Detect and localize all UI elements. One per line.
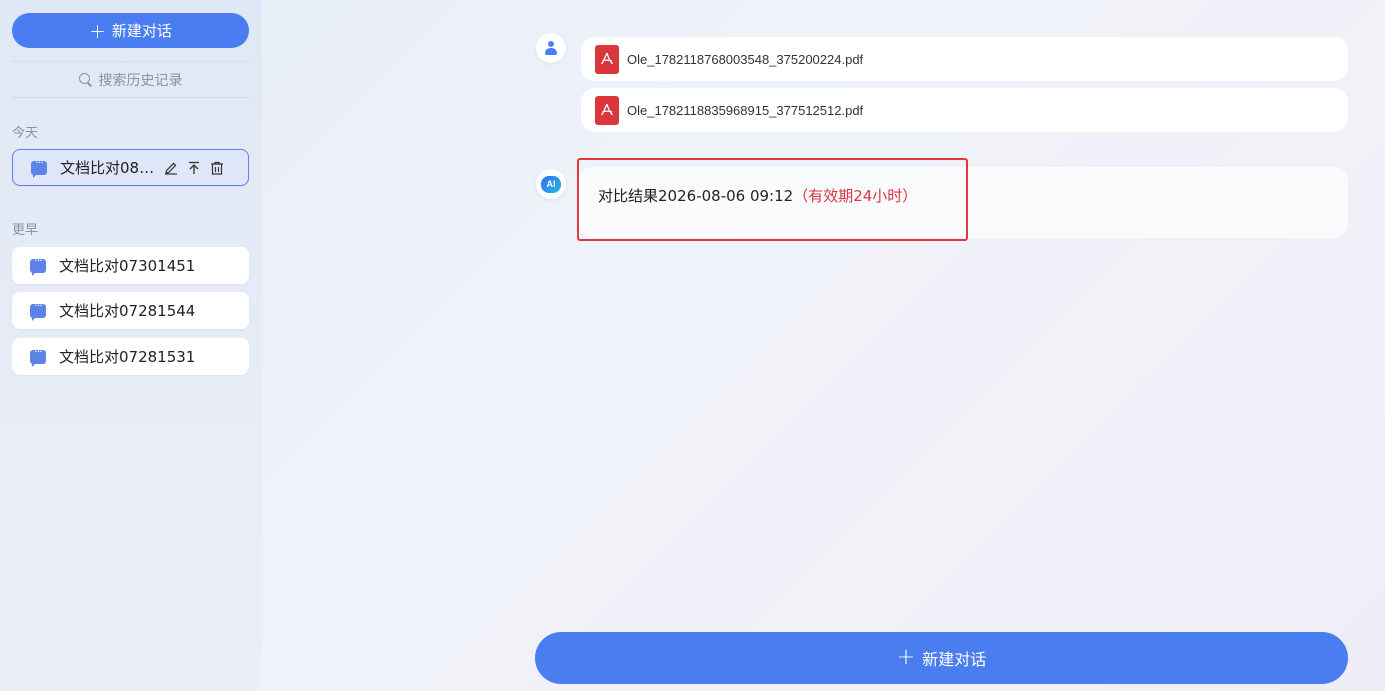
file-name: Ole_1782118768003548_375200224.pdf: [627, 51, 864, 67]
file-name: Ole_1782118835968915_377512512.pdf: [627, 102, 864, 118]
history-item[interactable]: 文档比对07301451: [12, 247, 249, 284]
history-item-label: 文档比对07281531: [59, 348, 196, 366]
chat-bubble-icon: [30, 299, 46, 321]
history-item[interactable]: 文档比对07281531: [12, 338, 249, 375]
section-label-earlier: 更早: [12, 223, 39, 238]
result-validity: （有效期24小时）: [793, 187, 918, 205]
trash-icon[interactable]: [210, 161, 224, 175]
search-placeholder: 搜索历史记录: [98, 72, 183, 89]
pin-to-top-icon[interactable]: [187, 161, 201, 175]
file-attachment[interactable]: Ole_1782118768003548_375200224.pdf: [581, 37, 1348, 81]
divider: [12, 97, 249, 98]
section-label-today: 今天: [12, 126, 39, 141]
pencil-icon[interactable]: [164, 161, 178, 175]
history-item[interactable]: 文档比对07281544: [12, 292, 249, 329]
history-item-label: 文档比对07301451: [59, 257, 196, 275]
comparison-result-link[interactable]: 对比结果2026-08-06 09:12（有效期24小时）: [598, 185, 917, 206]
chat-bubble-icon: [31, 156, 47, 178]
plus-icon: +: [896, 645, 916, 670]
sidebar: + 新建对话 搜索历史记录 今天 文档比对08…: [0, 0, 262, 691]
search-history-input[interactable]: 搜索历史记录: [12, 62, 249, 97]
user-icon: [544, 41, 558, 55]
chat-bubble-icon: [30, 345, 46, 367]
pdf-file-icon: [595, 95, 619, 125]
result-prefix: 对比结果: [598, 187, 659, 205]
chat-bubble-icon: [30, 254, 46, 276]
pdf-file-icon: [595, 44, 619, 74]
history-item-label: 文档比对07281544: [59, 302, 196, 320]
app-window: + 新建对话 搜索历史记录 今天 文档比对08…: [0, 0, 1385, 691]
user-avatar: [536, 33, 566, 63]
ai-logo-icon: AI: [541, 175, 561, 193]
new-chat-label: 新建对话: [111, 22, 172, 40]
result-datetime: 2026-08-06 09:12: [658, 187, 794, 205]
new-chat-button[interactable]: + 新建对话: [12, 13, 249, 48]
file-attachment[interactable]: Ole_1782118835968915_377512512.pdf: [581, 88, 1348, 132]
new-chat-bottom-label: 新建对话: [922, 650, 987, 669]
history-item-label: 文档比对08…: [60, 159, 155, 177]
search-icon: [78, 72, 93, 87]
ai-avatar: AI: [536, 169, 566, 199]
history-item-active[interactable]: 文档比对08…: [12, 149, 249, 186]
plus-icon: +: [89, 18, 106, 43]
new-chat-bottom-button[interactable]: + 新建对话: [535, 632, 1348, 684]
history-item-actions: [164, 161, 224, 175]
